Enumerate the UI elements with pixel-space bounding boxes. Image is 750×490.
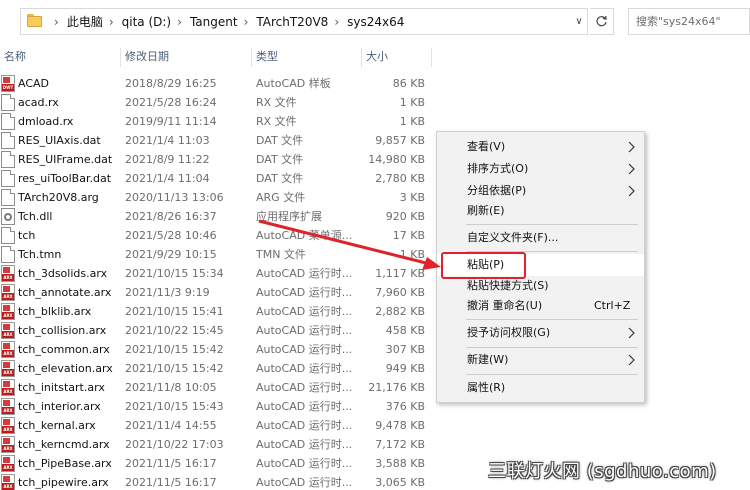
watermark-text: 三联灯火网 (sgdhuo.com) (488, 461, 717, 482)
annotation-arrow-icon (258, 219, 441, 270)
